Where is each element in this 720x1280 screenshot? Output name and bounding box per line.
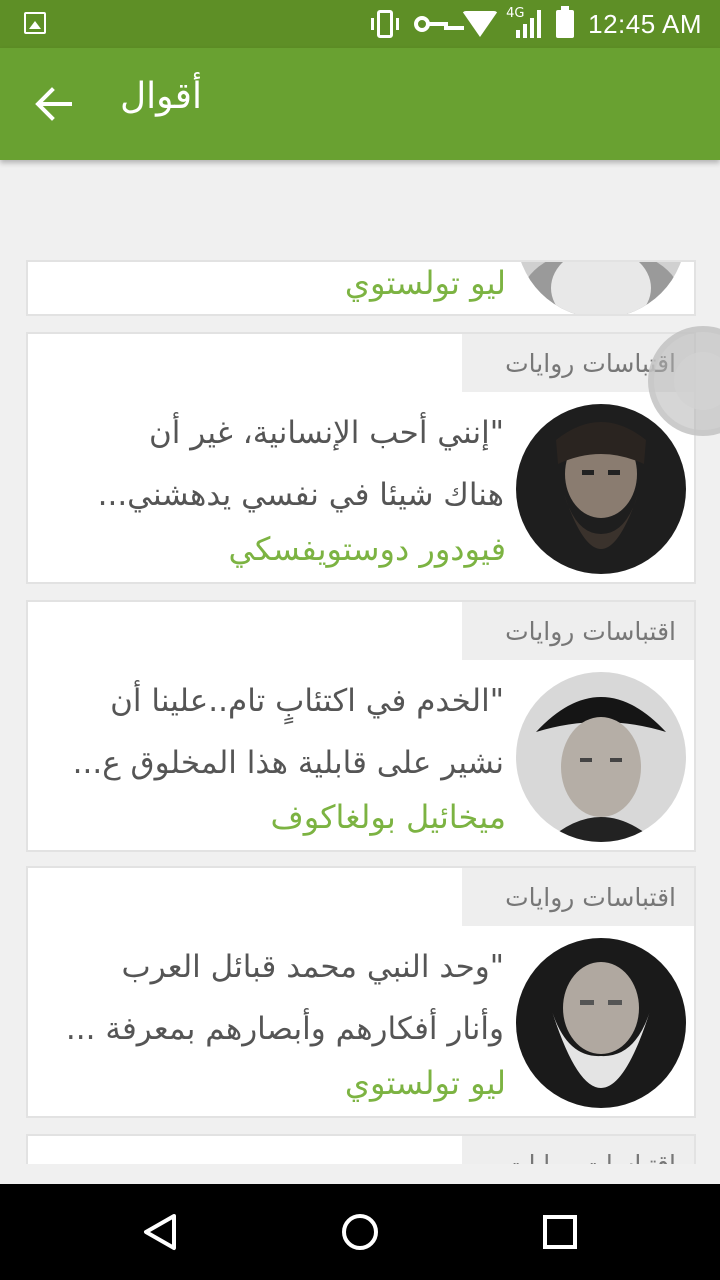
quote-line: "وحد النبي محمد قبائل العرب	[121, 949, 504, 985]
vpn-key-icon	[414, 14, 449, 34]
list-item[interactable]: اقتباسات روايات "وحد النبي محمد قبائل ال…	[26, 866, 696, 1118]
network-type-label: 4G	[506, 6, 525, 21]
author-name: ميخائيل بولغاكوف	[270, 798, 506, 836]
author-name: ليو تولستوي	[344, 1064, 506, 1102]
battery-icon	[556, 6, 575, 38]
status-icons: 4G 12:45 AM	[370, 6, 702, 40]
author-name: فيودور دوستويفسكي	[228, 530, 507, 568]
quote-line: وأنار أفكارهم وأبصارهم بمعرفة ...	[65, 1011, 504, 1047]
quote-line: "إنني أحب الإنسانية، غير أن	[148, 415, 504, 451]
clock: 12:45 AM	[588, 8, 702, 39]
quote-text: "الخدم في اكتئابٍ تام..علينا أن نشير على…	[34, 670, 504, 794]
list-item[interactable]: ليو تولستوي	[26, 260, 696, 316]
home-circle-icon[interactable]	[340, 1212, 380, 1252]
quote-line: هناك شيئا في نفسي يدهشني...	[97, 477, 504, 513]
wifi-icon	[462, 11, 499, 37]
gallery-icon	[24, 12, 46, 34]
page-title: أقوال	[120, 76, 202, 117]
app-bar: أقوال	[0, 48, 720, 160]
navigation-bar	[0, 1184, 720, 1280]
status-bar: 4G 12:45 AM	[0, 0, 720, 48]
author-avatar	[516, 404, 686, 574]
quote-line: "الخدم في اكتئابٍ تام..علينا أن	[110, 683, 504, 719]
category-badge: اقتباسات روايات	[462, 1136, 694, 1164]
quote-text: "إنني أحب الإنسانية، غير أن هناك شيئا في…	[34, 402, 504, 526]
arrow-back-icon[interactable]	[34, 84, 74, 124]
list-item[interactable]: اقتباسات روايات "الخدم في اكتئابٍ تام..ع…	[26, 600, 696, 852]
quotes-list[interactable]: ليو تولستوي اقتباسات روايات "إنني أحب ال…	[0, 160, 720, 1164]
recents-square-icon[interactable]	[540, 1212, 580, 1252]
author-name: ليو تولستوي	[344, 264, 506, 302]
quote-text: "وحد النبي محمد قبائل العرب وأنار أفكاره…	[34, 936, 504, 1060]
author-avatar	[516, 262, 686, 314]
author-avatar	[516, 672, 686, 842]
list-item[interactable]: اقتباسات روايات "إنني أحب الإنسانية، غير…	[26, 332, 696, 584]
quote-line: نشير على قابلية هذا المخلوق ع...	[72, 745, 504, 781]
author-avatar	[516, 938, 686, 1108]
signal-icon: 4G	[506, 6, 542, 38]
vibrate-icon	[370, 10, 400, 38]
category-badge: اقتباسات روايات	[462, 868, 694, 926]
back-triangle-icon[interactable]	[140, 1212, 180, 1252]
list-item[interactable]: اقتباسات روايات	[26, 1134, 696, 1164]
category-badge: اقتباسات روايات	[462, 602, 694, 660]
